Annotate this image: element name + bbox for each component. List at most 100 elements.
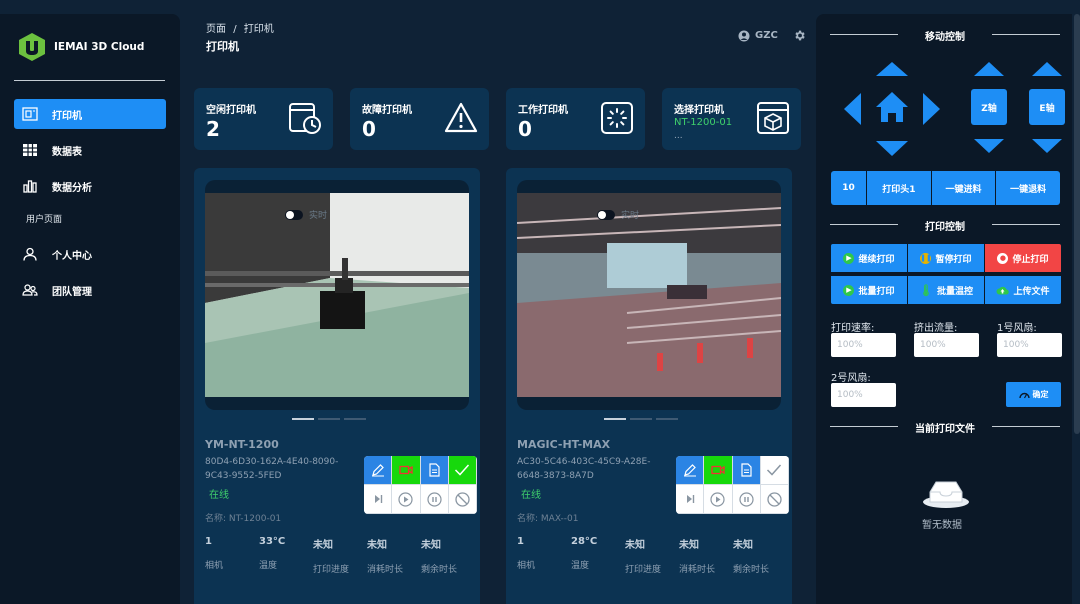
- carousel-dot[interactable]: [292, 418, 314, 420]
- stop-button[interactable]: [448, 485, 477, 514]
- live-label: 实时: [309, 211, 328, 221]
- app-logo[interactable]: IEMAI 3D Cloud: [18, 32, 144, 62]
- upload-file-button[interactable]: 上传文件: [985, 276, 1061, 304]
- stat-working-printers: 工作打印机 0: [506, 88, 645, 150]
- print-control-title: 打印控制: [830, 218, 1060, 233]
- empty-box-icon: [923, 481, 969, 508]
- print-speed-input[interactable]: 100%: [831, 333, 896, 357]
- live-label: 实时: [621, 211, 640, 221]
- load-filament-button[interactable]: 一键进料: [932, 171, 997, 205]
- metric-temperature: 33°C 温度: [259, 536, 313, 575]
- nav-item-data-table[interactable]: 数据表: [14, 135, 166, 165]
- print-head-select[interactable]: 打印头1: [867, 171, 932, 205]
- arrow-up-icon[interactable]: [876, 62, 908, 76]
- breadcrumb-separator: /: [233, 24, 237, 35]
- stop-print-button[interactable]: ● 停止打印: [985, 244, 1061, 272]
- arrow-left-icon[interactable]: [844, 93, 861, 125]
- printer-actions: [676, 456, 789, 514]
- skip-button[interactable]: [364, 485, 393, 514]
- step-size-select[interactable]: 10: [831, 171, 867, 205]
- pause-button[interactable]: [732, 485, 761, 514]
- stop-button[interactable]: [760, 485, 789, 514]
- resume-icon: ▶: [843, 252, 855, 264]
- play-button[interactable]: [704, 485, 733, 514]
- unload-filament-button[interactable]: 一键退料: [996, 171, 1060, 205]
- metric-progress: 未知 打印进度: [313, 536, 367, 575]
- nav-item-personal-center[interactable]: 个人中心: [14, 239, 166, 269]
- z-up-button[interactable]: [971, 61, 1007, 77]
- z-axis-button[interactable]: Z轴: [971, 89, 1007, 125]
- skip-button[interactable]: [676, 485, 705, 514]
- empty-state-text: 暂无数据: [922, 520, 962, 531]
- confirm-button[interactable]: [760, 456, 789, 485]
- fan1-label: 1号风扇:: [997, 323, 1037, 334]
- camera-button[interactable]: [704, 456, 733, 485]
- confirm-button[interactable]: [448, 456, 477, 485]
- arrow-right-icon[interactable]: [923, 93, 940, 125]
- pause-button[interactable]: [420, 485, 449, 514]
- e-down-button[interactable]: [1029, 138, 1065, 154]
- home-icon[interactable]: [876, 92, 908, 122]
- carousel-dot[interactable]: [318, 418, 340, 420]
- user-menu[interactable]: GZC: [738, 29, 806, 42]
- arrow-down-icon: [974, 139, 1004, 153]
- motion-control-title: 移动控制: [830, 28, 1060, 43]
- printer-metrics: 1 相机 33°C 温度 未知 打印进度 未知 消耗时长 未知 剩余时长: [205, 536, 475, 575]
- check-icon: [455, 464, 470, 476]
- edit-button[interactable]: [364, 456, 393, 485]
- document-icon: [741, 463, 752, 477]
- stat-selected-printer[interactable]: 选择打印机 NT-1200-01 ...: [662, 88, 801, 150]
- printer-alias: 名称: NT-1200-01: [205, 514, 282, 524]
- e-axis-button[interactable]: E轴: [1029, 89, 1065, 125]
- nav-item-printer[interactable]: 打印机: [14, 99, 166, 129]
- file-button[interactable]: [732, 456, 761, 485]
- batch-print-button[interactable]: ▶ 批量打印: [831, 276, 907, 304]
- e-up-button[interactable]: [1029, 61, 1065, 77]
- table-icon: [23, 144, 37, 156]
- file-button[interactable]: [420, 456, 449, 485]
- toggle-switch[interactable]: [597, 209, 615, 220]
- fan2-input[interactable]: 100%: [831, 383, 896, 407]
- pause-circle-icon: [427, 491, 442, 507]
- live-toggle[interactable]: 实时: [597, 208, 639, 221]
- printer-card[interactable]: 实时 YM-NT-1200 80D4-6D30-162A-4E40-8090-9…: [194, 168, 480, 604]
- metric-label: 温度: [571, 561, 590, 571]
- nav-item-team[interactable]: 团队管理: [14, 275, 166, 305]
- toggle-switch[interactable]: [285, 209, 303, 220]
- batch-temperature-button[interactable]: 🌡 批量温控: [908, 276, 984, 304]
- edit-button[interactable]: [676, 456, 705, 485]
- confirm-settings-button[interactable]: 确定: [1006, 382, 1061, 407]
- check-icon: [767, 464, 782, 476]
- play-button[interactable]: [392, 485, 421, 514]
- carousel-dot[interactable]: [656, 418, 678, 420]
- fan1-input[interactable]: 100%: [997, 333, 1062, 357]
- z-axis-label: Z轴: [981, 103, 997, 114]
- camera-feed[interactable]: 实时: [517, 180, 781, 410]
- printer-card[interactable]: 实时 MAGIC-HT-MAX AC30-5C46-403C-45C9-A28E…: [506, 168, 792, 604]
- metric-value: 未知: [733, 540, 753, 551]
- nav-item-data-analysis[interactable]: 数据分析: [14, 171, 166, 201]
- logo-icon: [19, 33, 45, 61]
- metric-remaining: 未知 剩余时长: [421, 536, 475, 575]
- pencil-icon: [683, 464, 696, 477]
- camera-button[interactable]: [392, 456, 421, 485]
- arrow-down-icon[interactable]: [876, 141, 908, 156]
- carousel-dot[interactable]: [344, 418, 366, 420]
- arrow-up-icon: [974, 62, 1004, 76]
- gear-icon[interactable]: [793, 29, 806, 42]
- live-toggle[interactable]: 实时: [285, 208, 327, 221]
- pause-print-button[interactable]: ❚❚ 暂停打印: [908, 244, 984, 272]
- extrusion-flow-input[interactable]: 100%: [914, 333, 979, 357]
- carousel-dot[interactable]: [604, 418, 626, 420]
- carousel-dot[interactable]: [630, 418, 652, 420]
- camera-image: [517, 193, 781, 397]
- breadcrumb-root[interactable]: 页面: [206, 24, 226, 35]
- stat-value: 0: [518, 117, 532, 141]
- resume-print-button[interactable]: ▶ 继续打印: [831, 244, 907, 272]
- video-camera-icon: [711, 465, 725, 475]
- breadcrumb: 页面 / 打印机: [206, 20, 274, 35]
- z-down-button[interactable]: [971, 138, 1007, 154]
- camera-feed[interactable]: 实时: [205, 180, 469, 410]
- scrollbar[interactable]: [1074, 14, 1080, 434]
- metric-remaining: 未知 剩余时长: [733, 536, 787, 575]
